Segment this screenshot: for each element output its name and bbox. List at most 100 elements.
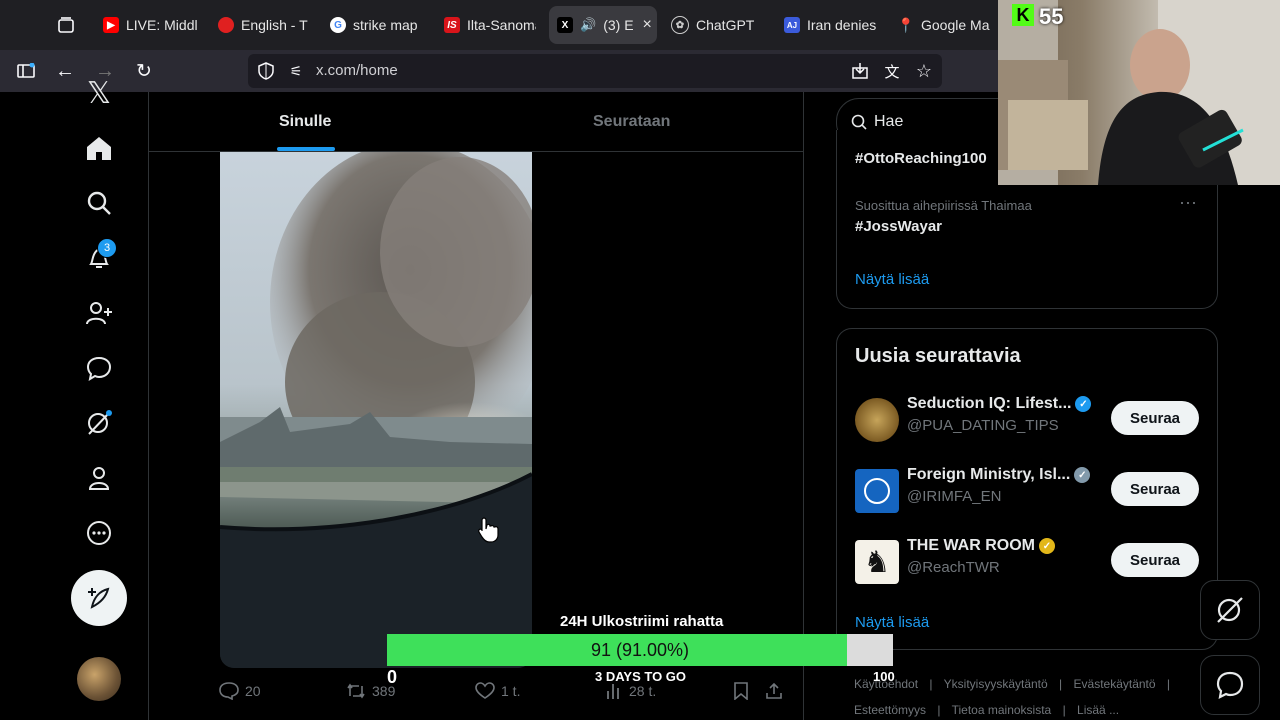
search-placeholder: Hae	[874, 113, 904, 130]
profile-icon[interactable]	[84, 463, 114, 493]
speaker-icon[interactable]: 🔊	[580, 17, 596, 33]
account-name-row: THE WAR ROOM ✓	[907, 537, 1055, 555]
footer-link-cookies[interactable]: Evästekäytäntö	[1074, 677, 1156, 691]
goal-progress-text: 91 (91.00%)	[590, 639, 690, 660]
trend-item[interactable]: Suosittua aihepiirissä Thaimaa #JossWaya…	[855, 192, 1201, 235]
follow-people-icon[interactable]	[84, 298, 114, 328]
account-avatar: ♞	[855, 540, 899, 584]
footer-separator: |	[1059, 677, 1063, 691]
reply-icon	[219, 682, 239, 700]
compose-post-button[interactable]	[71, 570, 127, 626]
bookmark-action[interactable]	[733, 682, 749, 700]
goal-max-label: 100	[873, 669, 895, 684]
footer-link-ads-info[interactable]: Tietoa mainoksista	[952, 703, 1052, 717]
like-action[interactable]: 1 t.	[475, 682, 520, 700]
trend-more-icon[interactable]: ···	[1179, 192, 1197, 213]
views-action[interactable]: 28 t.	[605, 682, 656, 700]
search-icon	[851, 114, 867, 130]
translate-icon[interactable]: 文	[880, 59, 904, 83]
browser-tab-x[interactable]: X 🔊 (3) E ×	[549, 6, 657, 44]
red-globe-icon	[218, 17, 234, 33]
heart-icon	[475, 682, 495, 699]
openai-icon: ✿	[671, 16, 689, 34]
footer-links: Käyttöehdot | Yksityisyyskäytäntö | Eväs…	[854, 677, 1178, 691]
x-icon: X	[557, 17, 573, 33]
follow-suggestion[interactable]: Seduction IQ: Lifest... ✓ @PUA_DATING_TI…	[855, 395, 1201, 445]
more-options-icon[interactable]	[84, 518, 114, 548]
footer-link-accessibility[interactable]: Esteettömyys	[854, 703, 926, 717]
verified-badge-icon: ✓	[1039, 538, 1055, 554]
follow-suggestion[interactable]: Foreign Ministry, Isl... ✓ @IRIMFA_EN Se…	[855, 466, 1201, 516]
browser-tab-google-maps[interactable]: 📍 Google Ma	[898, 6, 990, 44]
grok-fab-button[interactable]	[1200, 580, 1260, 640]
tab-for-you[interactable]: Sinulle	[279, 113, 331, 131]
account-avatar[interactable]	[77, 657, 121, 701]
trend-context: Suosittua aihepiirissä Thaimaa	[855, 198, 1032, 213]
bookmark-star-icon[interactable]: ☆	[912, 59, 936, 83]
footer-separator: |	[937, 703, 941, 717]
browser-tab-english[interactable]: English - Tz	[218, 6, 308, 44]
is-icon: IS	[444, 17, 460, 33]
trend-name: #JossWayar	[855, 218, 942, 235]
reply-action[interactable]: 20	[219, 682, 261, 700]
aj-icon: AJ	[784, 17, 800, 33]
post-engagement-bar: 20 389 1 t. 28 t.	[219, 682, 819, 706]
messages-icon[interactable]	[84, 353, 114, 383]
account-name-row: Seduction IQ: Lifest... ✓	[907, 395, 1092, 413]
trend-item[interactable]: #OttoReaching100	[855, 150, 987, 167]
sidebar-toggle-icon[interactable]	[14, 59, 38, 83]
home-icon[interactable]	[84, 133, 114, 163]
share-action[interactable]	[765, 682, 783, 700]
browser-tab-ilta-sanomat[interactable]: IS Ilta-Sanoma	[444, 6, 536, 44]
browser-tab-youtube[interactable]: ▶ LIVE: Middl	[103, 6, 199, 44]
footer-link-more[interactable]: Lisää ...	[1077, 703, 1119, 717]
verified-badge-icon: ✓	[1074, 467, 1091, 483]
goal-days-left: 3 DAYS TO GO	[595, 669, 687, 684]
save-page-icon[interactable]	[848, 59, 872, 83]
account-name: Foreign Ministry, Isl...	[907, 466, 1071, 483]
footer-separator: |	[1062, 703, 1066, 717]
address-bar[interactable]: ⚟ x.com/home 文 ☆	[248, 54, 942, 88]
x-logo-icon[interactable]: 𝕏	[84, 77, 114, 110]
tab-label: strike map	[353, 17, 418, 33]
who-to-follow-show-more-link[interactable]: Näytä lisää	[855, 614, 929, 631]
goal-progress-bar: 91 (91.00%)	[387, 634, 893, 666]
back-icon[interactable]: ←	[53, 59, 77, 83]
repost-icon	[347, 683, 365, 699]
tab-manager-icon[interactable]	[54, 13, 78, 37]
site-permissions-icon[interactable]: ⚟	[284, 59, 308, 83]
follow-button[interactable]: Seuraa	[1111, 472, 1199, 506]
account-handle: @ReachTWR	[907, 559, 1000, 576]
goal-min-label: 0	[387, 667, 398, 687]
follow-button[interactable]: Seuraa	[1111, 543, 1199, 577]
account-name: THE WAR ROOM	[907, 537, 1035, 554]
follow-button[interactable]: Seuraa	[1111, 401, 1199, 435]
account-name: Seduction IQ: Lifest...	[907, 395, 1072, 412]
tab-label: Ilta-Sanoma	[467, 17, 536, 33]
account-handle: @IRIMFA_EN	[907, 488, 1002, 505]
follow-suggestion[interactable]: ♞ THE WAR ROOM ✓ @ReachTWR Seuraa	[855, 537, 1201, 587]
tab-label: Google Ma	[921, 17, 990, 33]
shield-icon[interactable]	[254, 59, 278, 83]
tab-following[interactable]: Seurataan	[593, 113, 670, 131]
who-to-follow-title: Uusia seurattavia	[855, 345, 1021, 367]
browser-tab-iran-denies[interactable]: AJ Iran denies	[784, 6, 876, 44]
messages-fab-button[interactable]	[1200, 655, 1260, 715]
browser-tab-strike-map[interactable]: G strike map	[330, 6, 422, 44]
grok-icon[interactable]	[84, 408, 114, 438]
reload-icon[interactable]: ↻	[132, 59, 156, 83]
trends-show-more-link[interactable]: Näytä lisää	[855, 271, 929, 288]
footer-link-privacy[interactable]: Yksityisyyskäytäntö	[944, 677, 1048, 691]
messages-icon	[1216, 671, 1244, 699]
url-text[interactable]: x.com/home	[316, 62, 398, 79]
x-left-nav: 𝕏 3	[0, 77, 148, 720]
browser-tab-chatgpt[interactable]: ✿ ChatGPT	[671, 6, 761, 44]
tab-label: Iran denies	[807, 17, 876, 33]
grok-icon	[1217, 597, 1243, 623]
feed-tabs: Sinulle Seurataan	[149, 92, 803, 152]
account-handle: @PUA_DATING_TIPS	[907, 417, 1059, 434]
close-tab-icon[interactable]: ×	[643, 16, 652, 34]
search-icon[interactable]	[84, 188, 114, 218]
post-video[interactable]	[220, 152, 532, 668]
streamer-webcam: K 55	[998, 0, 1280, 185]
